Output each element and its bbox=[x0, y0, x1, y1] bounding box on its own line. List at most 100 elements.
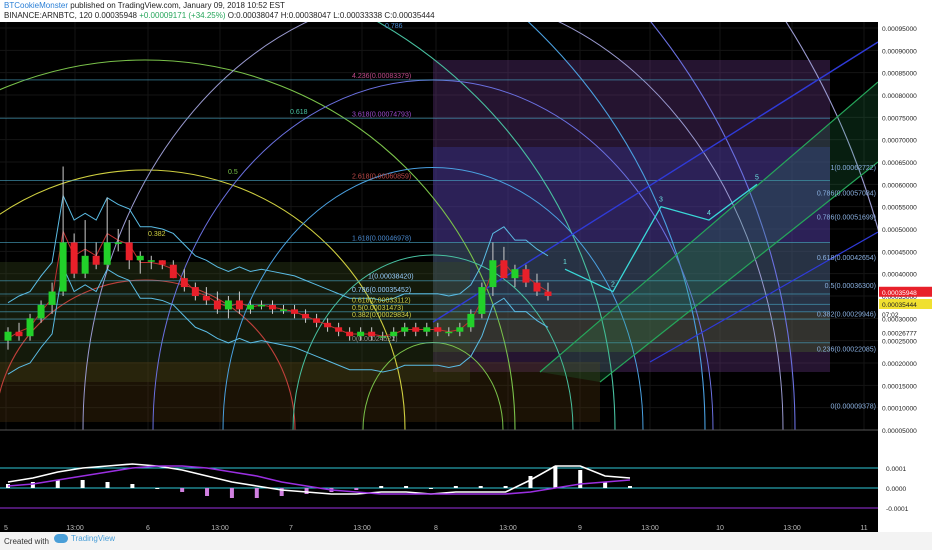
time-tick-label: 8 bbox=[434, 525, 438, 532]
candle-body bbox=[434, 327, 442, 332]
price-tick-label: 0.00050000 bbox=[882, 227, 917, 234]
last-price-label: 0.00035948 bbox=[882, 290, 917, 297]
time-tick-label: 6 bbox=[146, 525, 150, 532]
candle-body bbox=[401, 327, 409, 332]
candle-body bbox=[324, 322, 332, 328]
candle-body bbox=[500, 260, 508, 279]
macd-histogram-bar bbox=[628, 486, 632, 488]
candle-body bbox=[445, 331, 453, 334]
price-tick-label: 0.00025000 bbox=[882, 339, 917, 346]
time-tick-label: 13:00 bbox=[783, 525, 801, 532]
candle-body bbox=[180, 278, 188, 288]
candle-body bbox=[37, 304, 45, 319]
macd-histogram-bar bbox=[304, 488, 309, 494]
candle-body bbox=[202, 296, 210, 301]
fib-retracement-label: 0.5(0.00031473) bbox=[352, 305, 403, 312]
fib-channel-label: 0.786(0.00051699) bbox=[817, 214, 876, 221]
candle-body bbox=[246, 304, 254, 310]
fib-channel-label: 0.786(0.00057084) bbox=[817, 190, 876, 197]
candle-body bbox=[114, 242, 122, 244]
price-tick-label: 0.00040000 bbox=[882, 272, 917, 279]
macd-histogram-bar bbox=[428, 488, 433, 489]
close-price-label: 0.00035444 bbox=[882, 302, 917, 309]
fib-retracement-label: 1.618(0.00046978) bbox=[352, 235, 411, 242]
candle-body bbox=[280, 309, 288, 311]
candle-body bbox=[313, 318, 321, 323]
time-tick-label: 9 bbox=[578, 525, 582, 532]
time-tick-label: 13:00 bbox=[641, 525, 659, 532]
candle-body bbox=[48, 291, 56, 305]
macd-histogram-bar bbox=[254, 488, 259, 498]
change-value: +0.00009171 (+34.25%) bbox=[139, 11, 226, 20]
price-tick-label: 0.00005000 bbox=[882, 428, 917, 435]
candle-body bbox=[213, 300, 221, 310]
candle-body bbox=[70, 242, 78, 274]
fib-channel-label: 0(0.00009378) bbox=[830, 403, 876, 410]
fan-label: 0.5 bbox=[228, 169, 238, 176]
macd-tick-label: 0.0001 bbox=[886, 466, 907, 473]
candle-body bbox=[423, 327, 431, 332]
macd-histogram-bar bbox=[453, 486, 458, 488]
price-tick-label: 0.00060000 bbox=[882, 182, 917, 189]
candle-body bbox=[92, 255, 100, 265]
candle-body bbox=[136, 255, 144, 261]
time-axis-bg bbox=[0, 522, 878, 532]
time-tick-label: 10 bbox=[716, 525, 724, 532]
candle-body bbox=[235, 300, 243, 310]
projection-label: 5 bbox=[755, 174, 759, 181]
candle-body bbox=[533, 282, 541, 292]
macd-tick-label: 0.0000 bbox=[886, 486, 907, 493]
candle-body bbox=[169, 264, 177, 279]
fib-retracement-label: 2.618(0.00060859) bbox=[352, 173, 411, 180]
candle-body bbox=[335, 327, 343, 332]
price-tick-label: 0.00070000 bbox=[882, 138, 917, 145]
candle-body bbox=[15, 331, 23, 337]
candle-body bbox=[147, 260, 155, 262]
fib-retracement-label: 1(0.00038420) bbox=[368, 274, 414, 281]
price-chart[interactable]: 1 2 3 4 5 4.236(0.00083379) 3.618(0.00074793) 2… bbox=[0, 22, 932, 532]
macd-histogram-bar bbox=[404, 486, 409, 488]
candle-body bbox=[412, 327, 420, 332]
candle-body bbox=[467, 313, 475, 328]
time-tick-label: 13:00 bbox=[66, 525, 84, 532]
author-link[interactable]: BTCookieMonster bbox=[4, 1, 68, 10]
last-price: 0.00035948 bbox=[94, 11, 137, 20]
close-value: C:0.00035444 bbox=[384, 11, 435, 20]
time-tick-label: 13:00 bbox=[211, 525, 229, 532]
open-value: O:0.00038047 bbox=[227, 11, 279, 20]
published-text: published on TradingView.com, January 09… bbox=[70, 1, 285, 10]
price-tick-label: 0.00095000 bbox=[882, 26, 917, 33]
fib-retracement-label: 0.382(0.00029834) bbox=[352, 312, 411, 319]
candle-body bbox=[59, 242, 67, 292]
fan-label: 0.786 bbox=[385, 23, 403, 30]
candle-body bbox=[478, 287, 486, 314]
low-value: L:0.00033338 bbox=[333, 11, 383, 20]
macd-histogram-bar bbox=[30, 482, 35, 488]
fan-label: 0.618 bbox=[290, 109, 308, 116]
fib-retracement-label: 0(0.00024522) bbox=[352, 336, 398, 343]
macd-bg bbox=[0, 442, 878, 522]
time-tick-label: 7 bbox=[289, 525, 293, 532]
fib-channel-label: 0.382(0.00029946) bbox=[817, 312, 876, 319]
price-tick-label: 0.00010000 bbox=[882, 406, 917, 413]
macd-histogram-bar bbox=[229, 488, 234, 498]
price-tick-label: 0.00065000 bbox=[882, 160, 917, 167]
macd-pane bbox=[0, 442, 878, 522]
time-tick-label: 13:00 bbox=[499, 525, 517, 532]
projection-label: 1 bbox=[563, 259, 567, 266]
tradingview-brand[interactable]: TradingView bbox=[54, 534, 115, 543]
publish-line: BTCookieMonster published on TradingView… bbox=[4, 1, 285, 11]
fib-retracement-label: 3.618(0.00074793) bbox=[352, 111, 411, 118]
candle-body bbox=[456, 327, 464, 332]
macd-tick-label: -0.0001 bbox=[886, 506, 909, 513]
candle-body bbox=[544, 291, 552, 296]
tradingview-cloud-icon bbox=[54, 534, 68, 543]
candle-body bbox=[268, 304, 276, 310]
candle-body bbox=[26, 318, 34, 337]
macd-histogram-bar bbox=[354, 488, 359, 490]
macd-histogram-bar bbox=[528, 476, 533, 488]
price-tick-label: 0.00020000 bbox=[882, 361, 917, 368]
time-tick-label: 13:00 bbox=[353, 525, 371, 532]
macd-histogram-bar bbox=[105, 482, 110, 488]
projection-label: 4 bbox=[707, 210, 711, 217]
